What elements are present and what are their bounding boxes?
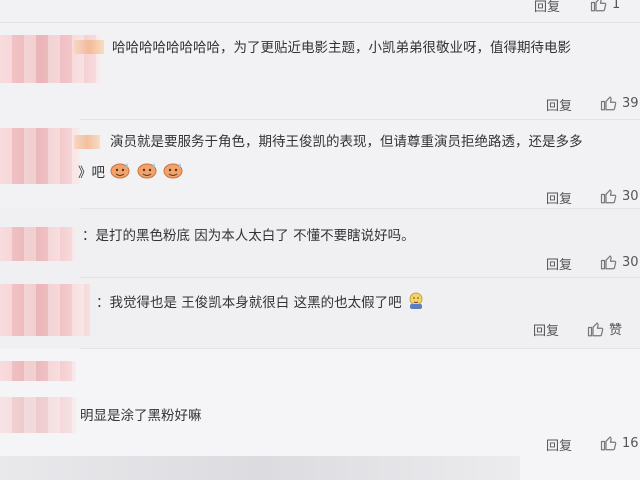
like-button[interactable]: 30: [600, 253, 639, 271]
avatar: [0, 128, 80, 184]
like-count: 赞: [609, 323, 623, 338]
comment-text: 演员就是要服务于角色，期待王俊凯的表现，但请尊重演员拒绝路透，还是多多: [110, 134, 583, 150]
like-button[interactable]: 39: [600, 94, 639, 112]
comment-text-line2: 》吧: [78, 165, 105, 181]
username-blurred: [74, 40, 104, 54]
sweat-emoji-icon: [136, 160, 158, 186]
thumbs-up-icon: [600, 189, 617, 204]
avatar: [0, 227, 76, 261]
like-count: 39: [622, 95, 639, 111]
like-button[interactable]: 30: [600, 187, 639, 205]
comment-row-3: ：是打的黑色粉底 因为本人太白了 不懂不要瞎说好吗。 回复 30: [0, 209, 640, 277]
comment-text-continued: 》吧: [78, 160, 184, 186]
avatar: [0, 397, 76, 433]
sweat-emoji-icon: [109, 160, 131, 186]
avatar: [0, 361, 76, 381]
comment-text: 明显是涂了黑粉好嘛: [80, 408, 202, 424]
comment-text: 哈哈哈哈哈哈哈哈，为了更贴近电影主题，小凯弟弟很敬业呀，值得期待电影: [112, 40, 571, 56]
comment-row-0: 回复 1: [0, 0, 640, 22]
like-button[interactable]: 16: [600, 434, 639, 452]
like-count: 30: [622, 254, 639, 270]
reply-link[interactable]: 回复: [546, 254, 572, 273]
comment-text: ：我觉得也是 王俊凯本身就很白 这黑的也太假了吧: [96, 290, 426, 316]
username-blurred: [74, 135, 100, 149]
like-count: 30: [622, 188, 639, 204]
comment-row-2: 演员就是要服务于角色，期待王俊凯的表现，但请尊重演员拒绝路透，还是多多 》吧 回…: [0, 120, 640, 208]
thumbs-up-icon: [587, 321, 604, 336]
thumbs-up-icon: [600, 96, 617, 111]
reply-link[interactable]: 回复: [533, 320, 559, 339]
like-count: 16: [622, 435, 639, 451]
thumbs-up-icon: [600, 255, 617, 270]
facepalm-emoji-icon: [406, 290, 426, 316]
sweat-emoji-icon: [162, 160, 184, 186]
avatar: [0, 284, 90, 336]
thumbs-up-icon: [590, 0, 607, 12]
reply-link[interactable]: 回复: [546, 435, 572, 454]
blurred-strip: [0, 456, 520, 480]
like-button[interactable]: 赞: [587, 319, 622, 338]
comment-text: ：是打的黑色粉底 因为本人太白了 不懂不要瞎说好吗。: [82, 228, 415, 244]
comment-row-1: 哈哈哈哈哈哈哈哈，为了更贴近电影主题，小凯弟弟很敬业呀，值得期待电影 回复 39: [0, 23, 640, 119]
thumbs-up-icon: [600, 436, 617, 451]
comment-text-content: ：我觉得也是 王俊凯本身就很白 这黑的也太假了吧: [96, 295, 402, 311]
like-button[interactable]: 1: [590, 0, 620, 13]
comment-row-4: ：我觉得也是 王俊凯本身就很白 这黑的也太假了吧 回复 赞: [0, 278, 640, 348]
reply-link[interactable]: 回复: [534, 0, 560, 15]
like-count: 1: [612, 0, 621, 12]
reply-link[interactable]: 回复: [546, 95, 572, 114]
reply-link[interactable]: 回复: [546, 188, 572, 207]
